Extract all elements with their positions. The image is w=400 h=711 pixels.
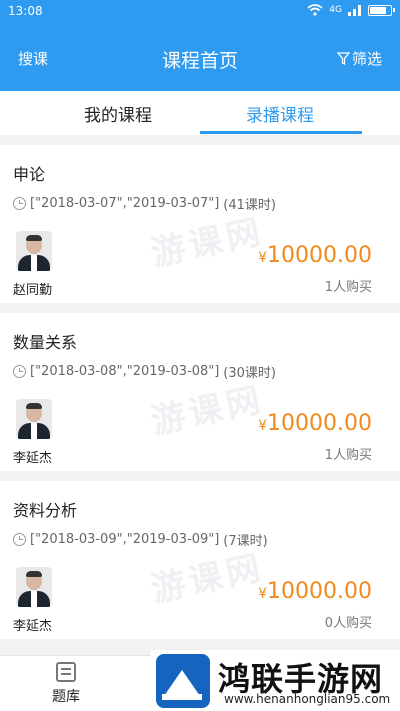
course-price: ¥10000.00 (258, 411, 372, 436)
status-icons: 4G (307, 4, 395, 16)
clock-icon (13, 533, 26, 546)
filter-label: 筛选 (351, 50, 382, 68)
course-hours: (7课时) (223, 534, 268, 549)
network-label: 4G (329, 5, 342, 15)
buyer-count: 1人购买 (324, 280, 372, 295)
buyer-count: 0人购买 (324, 616, 372, 631)
active-tab-indicator (200, 131, 362, 134)
battery-icon (368, 4, 395, 16)
teacher-name: 李延杰 (13, 451, 53, 466)
course-title: 资料分析 (13, 501, 78, 520)
watermark: 游课网 (147, 379, 268, 443)
buyer-count: 1人购买 (324, 448, 372, 463)
teacher-avatar (16, 399, 52, 439)
course-title: 数量关系 (13, 333, 78, 352)
teacher-name: 赵同勤 (13, 283, 53, 298)
course-date-range: ["2018-03-07","2019-03-07"] (30, 196, 220, 211)
course-price: ¥10000.00 (258, 579, 372, 604)
status-time: 13:08 (8, 4, 43, 18)
watermark: 游课网 (147, 211, 268, 275)
nav-label: 题库 (52, 689, 80, 705)
course-date-range: ["2018-03-09","2019-03-09"] (30, 532, 220, 547)
watermark: 游课网 (147, 547, 268, 611)
filter-icon (336, 52, 350, 65)
teacher-avatar (16, 231, 52, 271)
clock-icon (13, 197, 26, 210)
banner-url: www.henanhonglian95.com (224, 692, 391, 706)
course-dates: ["2018-03-09","2019-03-09"] (7课时) (13, 530, 268, 549)
course-dates: ["2018-03-08","2019-03-08"] (30课时) (13, 362, 276, 381)
course-dates: ["2018-03-07","2019-03-07"] (41课时) (13, 194, 276, 213)
course-title: 申论 (13, 165, 46, 184)
course-card[interactable]: 游课网 申论 ["2018-03-07","2019-03-07"] (41课时… (0, 145, 400, 303)
question-bank-icon (56, 662, 76, 682)
teacher-name: 李延杰 (13, 619, 53, 634)
clock-icon (13, 365, 26, 378)
course-hours: (41课时) (223, 198, 276, 213)
site-banner: 鸿联手游网 www.henanhonglian95.com (150, 650, 400, 711)
app-bar: 搜课 课程首页 筛选 (0, 24, 400, 91)
course-card[interactable]: 游课网 资料分析 ["2018-03-09","2019-03-09"] (7课… (0, 481, 400, 639)
wifi-icon (307, 4, 323, 16)
tab-my-courses[interactable]: 我的课程 (38, 101, 198, 126)
signal-icon (348, 5, 361, 16)
course-tabs: 我的课程 录播课程 (0, 91, 400, 135)
tab-recorded-courses[interactable]: 录播课程 (200, 101, 360, 126)
nav-item-question-bank[interactable]: 题库 (42, 662, 90, 706)
course-hours: (30课时) (223, 366, 276, 381)
course-card[interactable]: 游课网 数量关系 ["2018-03-08","2019-03-08"] (30… (0, 313, 400, 471)
site-logo-icon (156, 654, 210, 708)
course-date-range: ["2018-03-08","2019-03-08"] (30, 364, 220, 379)
teacher-avatar (16, 567, 52, 607)
course-price: ¥10000.00 (258, 243, 372, 268)
status-bar: 13:08 4G (0, 0, 400, 24)
filter-button[interactable]: 筛选 (336, 48, 382, 69)
